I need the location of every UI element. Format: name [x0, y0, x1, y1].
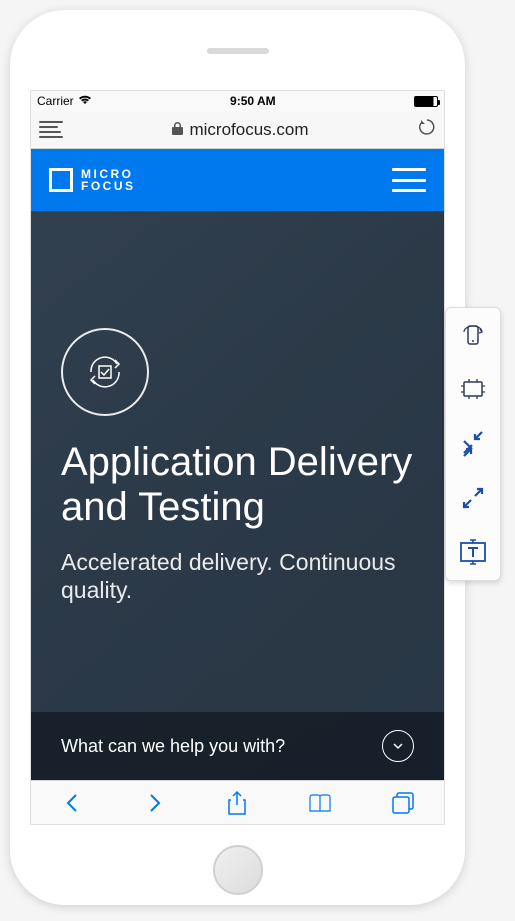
- home-button[interactable]: [213, 845, 263, 895]
- chevron-down-icon: [382, 730, 414, 762]
- fit-screen-button[interactable]: [457, 374, 489, 406]
- reload-button[interactable]: [418, 118, 436, 141]
- phone-speaker: [207, 48, 269, 54]
- url-text: microfocus.com: [189, 120, 308, 140]
- hero-subtitle: Accelerated delivery. Continuous quality…: [61, 548, 414, 606]
- site-header: MICRO FOCUS: [31, 149, 444, 211]
- back-button[interactable]: [57, 788, 87, 818]
- forward-button[interactable]: [140, 788, 170, 818]
- hero-title: Application Delivery and Testing: [61, 440, 414, 530]
- status-left: Carrier: [37, 94, 92, 108]
- zoom-out-button[interactable]: [457, 428, 489, 460]
- status-right: [414, 96, 438, 107]
- device-screen: Carrier 9:50 AM: [30, 90, 445, 825]
- webpage-content: MICRO FOCUS: [31, 149, 444, 780]
- logo-text: MICRO FOCUS: [81, 168, 136, 192]
- url-field[interactable]: microfocus.com: [71, 120, 410, 140]
- help-prompt-text: What can we help you with?: [61, 736, 285, 757]
- status-bar: Carrier 9:50 AM: [31, 91, 444, 111]
- zoom-in-button[interactable]: [457, 482, 489, 514]
- browser-toolbar: [31, 780, 444, 824]
- reader-mode-button[interactable]: [39, 121, 63, 138]
- brand-logo[interactable]: MICRO FOCUS: [49, 168, 136, 192]
- menu-button[interactable]: [392, 168, 426, 192]
- tabs-button[interactable]: [388, 788, 418, 818]
- logo-mark-icon: [49, 168, 73, 192]
- bookmarks-button[interactable]: [305, 788, 335, 818]
- share-button[interactable]: [222, 788, 252, 818]
- inspector-toolbar: [445, 307, 501, 581]
- rotate-device-button[interactable]: [457, 320, 489, 352]
- hero-section: Application Delivery and Testing Acceler…: [31, 211, 444, 712]
- clock-label: 9:50 AM: [230, 94, 276, 108]
- logo-line2: FOCUS: [81, 180, 136, 192]
- lock-icon: [172, 122, 183, 138]
- text-tool-button[interactable]: [457, 536, 489, 568]
- browser-address-bar: microfocus.com: [31, 111, 444, 149]
- wifi-icon: [78, 94, 92, 108]
- cycle-check-icon: [61, 328, 149, 416]
- device-frame: Carrier 9:50 AM: [10, 10, 465, 905]
- help-prompt-bar[interactable]: What can we help you with?: [31, 712, 444, 780]
- battery-icon: [414, 96, 438, 107]
- carrier-label: Carrier: [37, 94, 74, 108]
